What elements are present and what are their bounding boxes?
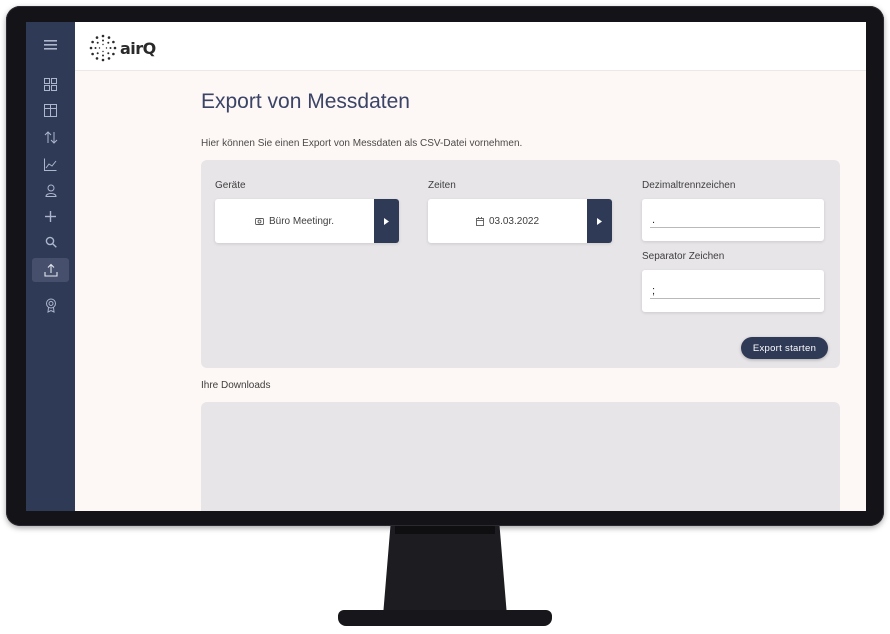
menu-icon[interactable] (32, 33, 69, 57)
separator-input[interactable] (650, 284, 820, 299)
monitor-stand-neck (383, 526, 507, 616)
user-icon[interactable] (32, 178, 69, 202)
monitor-stand-shadow (395, 526, 495, 534)
sort-icon[interactable] (32, 125, 69, 149)
decimal-input[interactable] (650, 213, 820, 228)
brand-name: airQ (120, 38, 156, 58)
monitor-stand-foot (338, 610, 552, 626)
time-selector[interactable]: 03.03.2022 (428, 199, 612, 243)
screen: airQ Export von Messdaten Hier können Si… (26, 22, 866, 511)
export-icon[interactable] (32, 258, 69, 282)
decimal-field-box (642, 199, 824, 241)
calendar-icon (476, 216, 484, 226)
search-icon[interactable] (32, 230, 69, 254)
time-next-button[interactable] (587, 199, 612, 243)
logo-dots-icon (89, 34, 117, 62)
add-icon[interactable] (32, 204, 69, 228)
page-description: Hier können Sie einen Export von Messdat… (201, 138, 523, 149)
export-panel: Geräte Büro Meetingr. Zeiten 03.03.2022 (201, 160, 840, 368)
table-icon[interactable] (32, 98, 69, 122)
device-icon (255, 217, 264, 225)
brand-logo[interactable]: airQ (89, 34, 156, 62)
times-label: Zeiten (428, 180, 456, 191)
page-title: Export von Messdaten (201, 90, 410, 113)
chevron-right-icon (597, 217, 602, 225)
downloads-list (201, 402, 840, 511)
time-value: 03.03.2022 (488, 215, 540, 227)
device-value: Büro Meetingr. (268, 215, 335, 227)
device-next-button[interactable] (374, 199, 399, 243)
chevron-right-icon (384, 217, 389, 225)
separator-field-box (642, 270, 824, 312)
chart-icon[interactable] (32, 152, 69, 176)
award-icon[interactable] (32, 293, 69, 317)
sidebar (26, 22, 75, 511)
export-start-button[interactable]: Export starten (741, 337, 828, 359)
dashboard-icon[interactable] (32, 72, 69, 96)
downloads-label: Ihre Downloads (201, 380, 271, 391)
devices-label: Geräte (215, 180, 246, 191)
device-selector[interactable]: Büro Meetingr. (215, 199, 399, 243)
decimal-label: Dezimaltrennzeichen (642, 180, 736, 191)
top-bar: airQ (75, 22, 866, 71)
separator-label: Separator Zeichen (642, 251, 725, 262)
